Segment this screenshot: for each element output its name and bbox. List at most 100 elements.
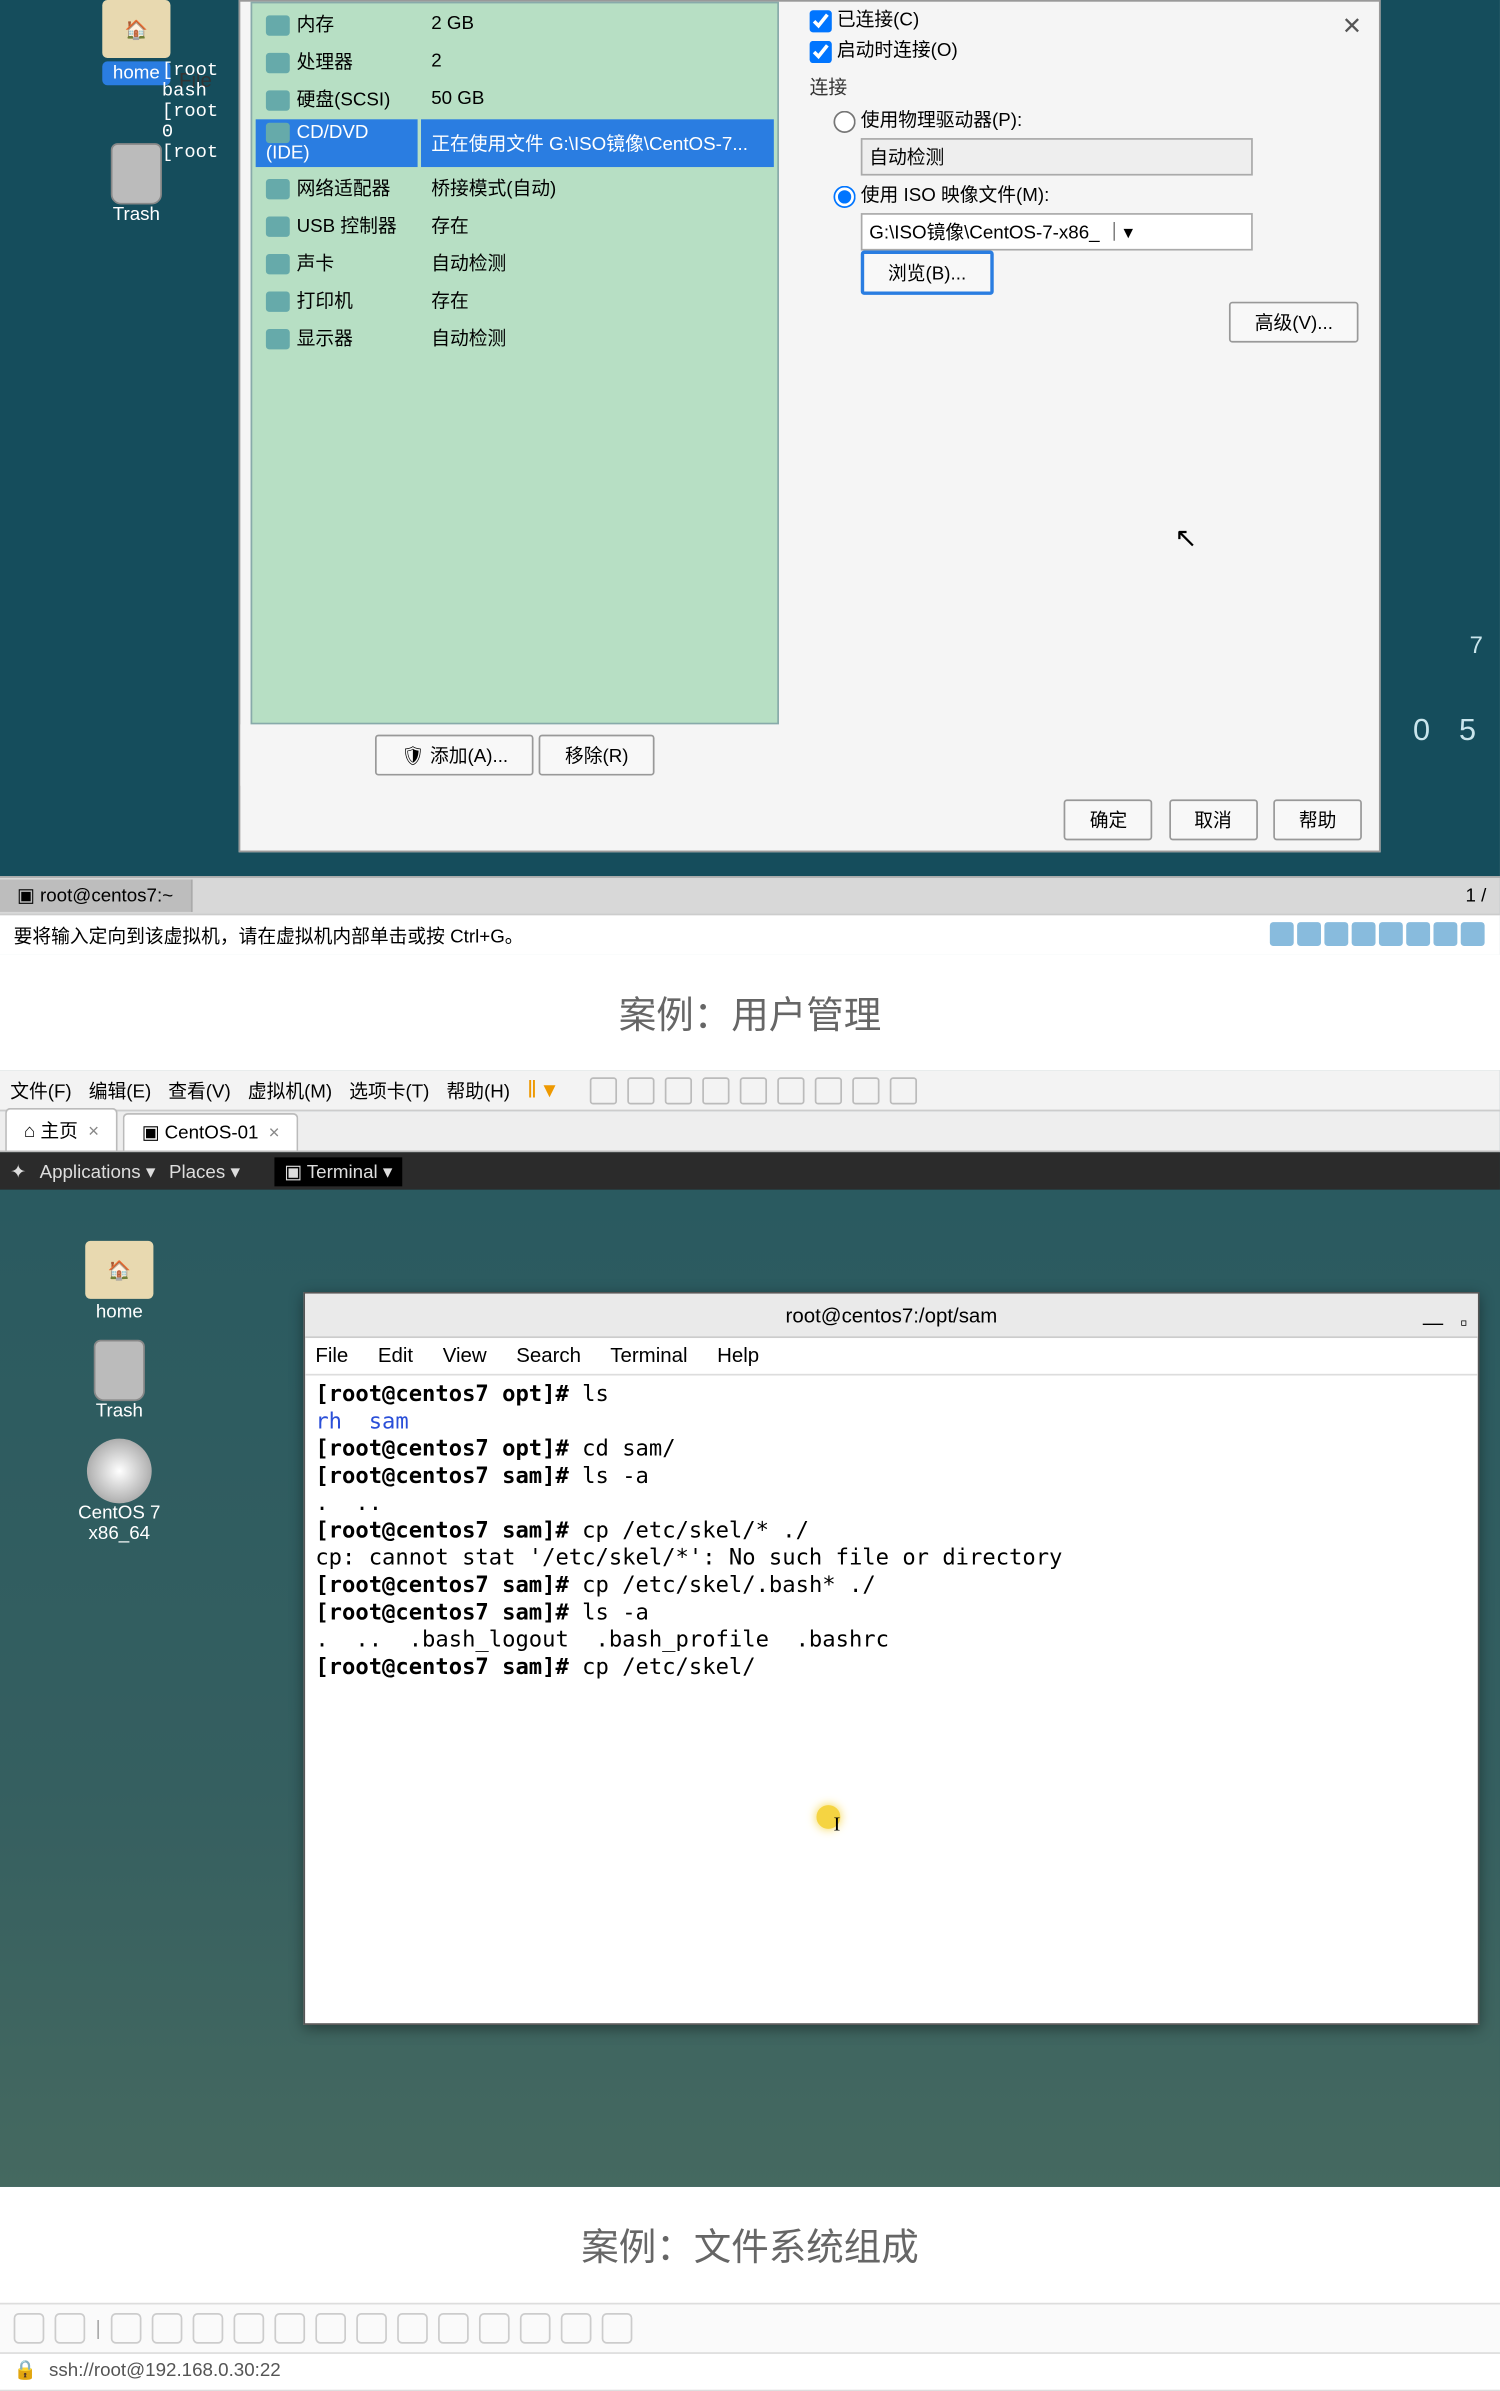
taskbar-page: 1 /	[1465, 885, 1499, 905]
close-icon[interactable]: ×	[88, 1122, 99, 1142]
terminal-screenshot: 文件(F) 编辑(E) 查看(V) 虚拟机(M) 选项卡(T) 帮助(H) ‖ …	[0, 1070, 1500, 2186]
gnome-applications[interactable]: Applications	[40, 1160, 156, 1182]
taskbar-terminal-button[interactable]: ▣ root@centos7:~	[0, 880, 192, 912]
xshell-address-bar[interactable]: 🔒 ssh://root@192.168.0.30:22	[0, 2354, 1500, 2391]
terminal-menubar[interactable]: File Edit View Search Terminal Help	[305, 1338, 1478, 1375]
cancel-button[interactable]: 取消	[1169, 799, 1258, 840]
hardware-row[interactable]: 打印机存在	[256, 283, 774, 317]
hardware-row[interactable]: CD/DVD (IDE)正在使用文件 G:\ISO镜像\CentOS-7...	[256, 119, 774, 167]
toolbar-icon[interactable]	[777, 1076, 804, 1103]
term-menu-view[interactable]: View	[443, 1343, 487, 1367]
hardware-row[interactable]: 显示器自动检测	[256, 321, 774, 355]
toolbar-icons[interactable]	[590, 1076, 917, 1103]
toolbar-icon[interactable]	[234, 2313, 265, 2344]
gnome-terminal-indicator[interactable]: ▣ Terminal	[274, 1157, 403, 1186]
caption-filesystem: 案例：文件系统组成	[0, 2187, 1500, 2303]
physical-drive-combo[interactable]: 自动检测	[861, 138, 1253, 175]
vmware-menubar[interactable]: 文件(F) 编辑(E) 查看(V) 虚拟机(M) 选项卡(T) 帮助(H) ‖ …	[0, 1070, 1500, 1111]
toolbar-icon[interactable]	[275, 2313, 306, 2344]
help-button[interactable]: 帮助	[1273, 799, 1362, 840]
toolbar-icon[interactable]	[397, 2313, 428, 2344]
term-menu-terminal[interactable]: Terminal	[610, 1343, 687, 1367]
xshell-toolbar[interactable]: |	[0, 2303, 1500, 2354]
lock-icon: 🔒	[14, 2361, 37, 2381]
browse-button[interactable]: 浏览(B)...	[861, 251, 994, 295]
hardware-row[interactable]: 内存2 GB	[256, 7, 774, 41]
toolbar-icon[interactable]	[152, 2313, 183, 2344]
minimize-icon[interactable]: —	[1423, 1301, 1443, 1345]
remove-hardware-button[interactable]: 移除(R)	[539, 735, 654, 776]
term-menu-help[interactable]: Help	[717, 1343, 759, 1367]
toolbar-icon[interactable]	[665, 1076, 692, 1103]
tray-icons[interactable]	[1268, 922, 1486, 951]
tab-centos[interactable]: ▣ CentOS-01×	[123, 1113, 298, 1150]
hardware-row[interactable]: 处理器2	[256, 44, 774, 78]
connect-at-power-label: 启动时连接(O)	[837, 41, 958, 61]
use-iso-radio[interactable]	[834, 185, 856, 207]
hardware-row[interactable]: 网络适配器桥接模式(自动)	[256, 171, 774, 205]
hardware-list[interactable]: 内存2 GB处理器2 硬盘(SCSI)50 GBCD/DVD (IDE)正在使用文…	[251, 2, 779, 725]
toolbar-icon[interactable]	[356, 2313, 387, 2344]
close-icon[interactable]: ×	[269, 1123, 280, 1143]
iso-path-combo[interactable]: G:\ISO镜像\CentOS-7-x86_ ｜▾	[861, 213, 1253, 250]
connected-label: 已连接(C)	[837, 10, 919, 30]
desktop-cd-icon[interactable]: CentOS 7 x86_64	[68, 1439, 170, 1545]
toolbar-icon[interactable]	[561, 2313, 592, 2344]
toolbar-icon[interactable]	[890, 1076, 917, 1103]
term-menu-file[interactable]: File	[315, 1343, 348, 1367]
vmware-tabs[interactable]: ⌂ 主页× ▣ CentOS-01×	[0, 1111, 1500, 1152]
toolbar-icon[interactable]	[702, 1076, 729, 1103]
add-hardware-button[interactable]: 🛡 添加(A)...	[375, 735, 533, 776]
advanced-button[interactable]: 高级(V)...	[1229, 302, 1358, 343]
toolbar-icon[interactable]	[627, 1076, 654, 1103]
taskbar[interactable]: ▣ root@centos7:~ 1 /	[0, 876, 1500, 913]
trash-label: Trash	[113, 205, 160, 225]
toolbar-icon[interactable]	[520, 2313, 551, 2344]
hardware-row[interactable]: 硬盘(SCSI)50 GB	[256, 82, 774, 116]
toolbar-icon[interactable]	[602, 2313, 633, 2344]
menu-edit[interactable]: 编辑(E)	[89, 1076, 152, 1103]
menu-view[interactable]: 查看(V)	[168, 1076, 231, 1103]
toolbar-icon[interactable]	[316, 2313, 347, 2344]
terminal-titlebar[interactable]: root@centos7:/opt/sam — ▫	[305, 1294, 1478, 1338]
connected-checkbox[interactable]	[810, 10, 832, 32]
use-physical-radio[interactable]	[834, 110, 856, 132]
term-menu-search[interactable]: Search	[516, 1343, 581, 1367]
hardware-row[interactable]: USB 控制器存在	[256, 208, 774, 242]
toolbar-icon[interactable]	[14, 2313, 45, 2344]
vmware-settings-screenshot: 🏠 home Trash File [root bash [root 0 [ro…	[0, 0, 1500, 955]
terminal-body[interactable]: [root@centos7 opt]# ls rh sam [root@cent…	[305, 1376, 1478, 1690]
toolbar-icon[interactable]	[590, 1076, 617, 1103]
ssh-address: ssh://root@192.168.0.30:22	[49, 2361, 281, 2381]
menu-file[interactable]: 文件(F)	[10, 1076, 71, 1103]
connect-at-power-checkbox[interactable]	[810, 40, 832, 62]
gnome-places[interactable]: Places	[169, 1160, 240, 1182]
maximize-icon[interactable]: ▫	[1460, 1301, 1467, 1345]
hardware-row[interactable]: 声卡自动检测	[256, 246, 774, 280]
desktop-home-icon[interactable]: 🏠 home	[68, 1241, 170, 1323]
toolbar-icon[interactable]	[193, 2313, 224, 2344]
terminal-window[interactable]: root@centos7:/opt/sam — ▫ File Edit View…	[303, 1292, 1479, 2025]
toolbar-icon[interactable]	[479, 2313, 510, 2344]
folder-icon: 🏠	[102, 0, 170, 58]
menu-tabs[interactable]: 选项卡(T)	[349, 1076, 429, 1103]
menu-help[interactable]: 帮助(H)	[446, 1076, 510, 1103]
term-menu-edit[interactable]: Edit	[378, 1343, 413, 1367]
toolbar-icon[interactable]	[438, 2313, 469, 2344]
ibeam-cursor-icon: I	[834, 1812, 841, 1838]
gnome-top-bar[interactable]: ✦ Applications Places ▣ Terminal	[0, 1152, 1500, 1189]
cd-icon	[87, 1439, 152, 1504]
desktop-trash-icon[interactable]: Trash	[68, 1340, 170, 1422]
toolbar-icon[interactable]	[111, 2313, 142, 2344]
menu-vm[interactable]: 虚拟机(M)	[248, 1076, 332, 1103]
tab-home[interactable]: ⌂ 主页×	[5, 1108, 118, 1151]
toolbar-icon[interactable]	[55, 2313, 86, 2344]
snapshot-progress: 0 5	[1413, 712, 1486, 748]
toolbar-icon[interactable]	[852, 1076, 879, 1103]
toolbar-icon[interactable]	[815, 1076, 842, 1103]
vmware-statusbar: 要将输入定向到该虚拟机，请在虚拟机内部单击或按 Ctrl+G。	[0, 914, 1500, 955]
cd-label: CentOS 7 x86_64	[78, 1503, 160, 1544]
xshell-header: | 🔒 ssh://root@192.168.0.30:22	[0, 2303, 1500, 2391]
toolbar-icon[interactable]	[740, 1076, 767, 1103]
ok-button[interactable]: 确定	[1064, 799, 1153, 840]
